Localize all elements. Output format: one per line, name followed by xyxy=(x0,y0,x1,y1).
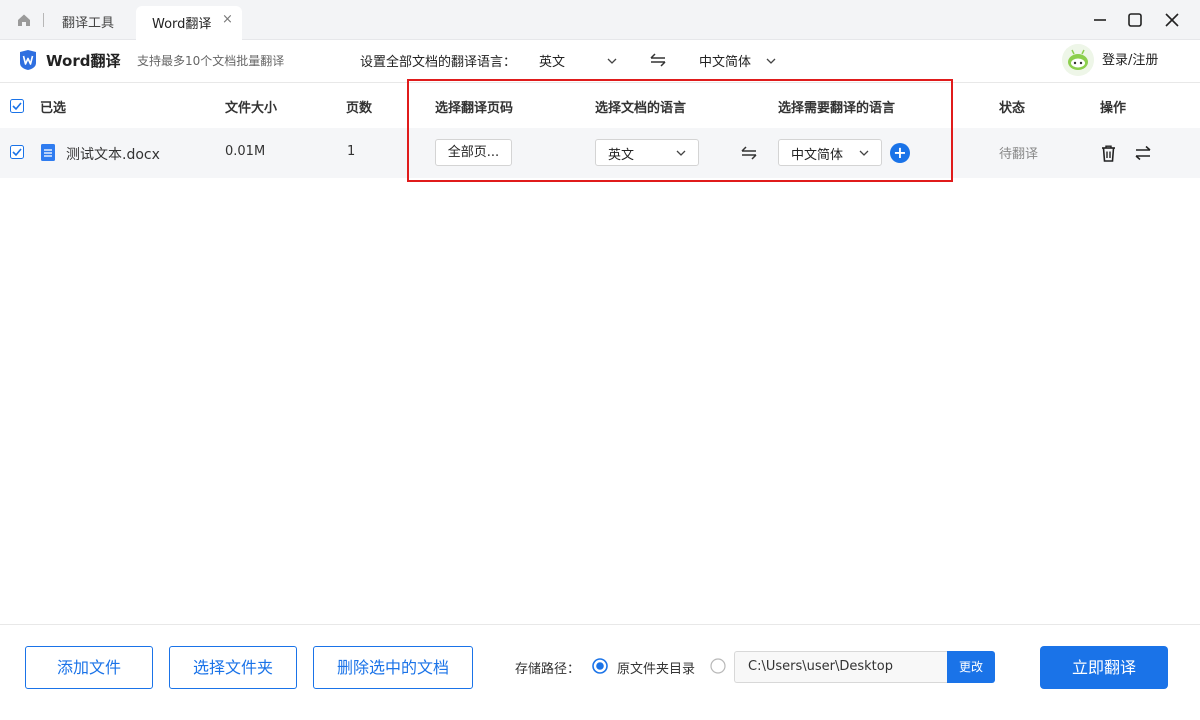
select-all-checkbox[interactable] xyxy=(10,99,24,113)
row-checkbox[interactable] xyxy=(10,145,24,159)
translate-now-button[interactable]: 立即翻译 xyxy=(1040,646,1168,689)
highlight-box xyxy=(407,79,953,182)
close-window-icon[interactable] xyxy=(1160,8,1184,32)
delete-selected-button[interactable]: 删除选中的文档 xyxy=(313,646,473,689)
chevron-down-icon[interactable] xyxy=(607,58,617,64)
minimize-icon[interactable] xyxy=(1088,8,1112,32)
status-text: 待翻译 xyxy=(999,147,1039,162)
document-icon xyxy=(41,144,55,161)
swap-languages-icon[interactable] xyxy=(649,52,667,68)
tab-word-translate-label: Word翻译 xyxy=(152,17,212,32)
radio-original-folder[interactable] xyxy=(592,658,608,674)
page-count: 1 xyxy=(347,144,356,159)
select-folder-button[interactable]: 选择文件夹 xyxy=(169,646,297,689)
set-all-language-label: 设置全部文档的翻译语言： xyxy=(360,55,517,70)
swap-icon[interactable] xyxy=(1134,145,1152,161)
tab-separator xyxy=(43,13,44,27)
file-name: 测试文本.docx xyxy=(66,147,160,163)
add-file-button[interactable]: 添加文件 xyxy=(25,646,153,689)
toolbar: Word翻译 支持最多10个文档批量翻译 设置全部文档的翻译语言： 英文 中文简… xyxy=(0,40,1200,83)
tab-translation-tools[interactable]: 翻译工具 xyxy=(62,12,114,31)
radio-custom-path[interactable] xyxy=(710,658,726,674)
tab-close-icon[interactable]: × xyxy=(222,12,233,27)
home-icon[interactable] xyxy=(16,12,32,28)
header-status: 状态 xyxy=(999,101,1026,116)
trash-icon[interactable] xyxy=(1101,145,1116,162)
bottom-bar: 添加文件 选择文件夹 删除选中的文档 存储路径： 原文件夹目录 C:\Users… xyxy=(0,624,1200,720)
app-subtitle: 支持最多10个文档批量翻译 xyxy=(137,54,285,68)
title-bar: 翻译工具 Word翻译 × xyxy=(0,0,1200,40)
global-source-language-select[interactable]: 英文 xyxy=(539,51,565,70)
chevron-down-icon[interactable] xyxy=(766,58,776,64)
maximize-icon[interactable] xyxy=(1123,8,1147,32)
app-title: Word翻译 xyxy=(46,52,121,70)
avatar[interactable] xyxy=(1062,44,1094,76)
storage-path-label: 存储路径： xyxy=(515,662,581,677)
header-selected: 已选 xyxy=(40,101,67,116)
login-register-link[interactable]: 登录/注册 xyxy=(1102,49,1158,68)
file-size: 0.01M xyxy=(225,144,266,159)
header-file-size: 文件大小 xyxy=(225,101,278,116)
change-path-button[interactable]: 更改 xyxy=(947,651,995,683)
tab-word-translate[interactable]: Word翻译 × xyxy=(136,6,242,40)
header-actions: 操作 xyxy=(1100,101,1127,116)
header-pages: 页数 xyxy=(346,101,373,116)
original-folder-label: 原文件夹目录 xyxy=(617,662,696,677)
word-logo-icon xyxy=(20,50,36,70)
global-target-language-select[interactable]: 中文简体 xyxy=(699,51,751,70)
custom-path-field[interactable]: C:\Users\user\Desktop xyxy=(734,651,948,683)
